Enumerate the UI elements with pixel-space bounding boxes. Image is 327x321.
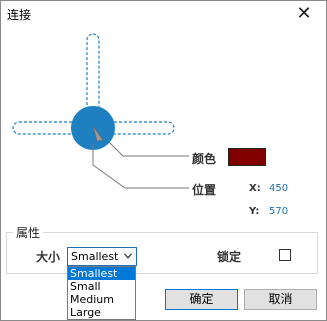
x-label: X: <box>249 183 261 194</box>
size-option-small[interactable]: Small <box>68 280 135 293</box>
size-option-smallest[interactable]: Smallest <box>68 267 135 280</box>
color-callout-line <box>108 141 189 157</box>
color-label: 颜色 <box>192 152 217 166</box>
size-option-large[interactable]: Large <box>68 306 135 319</box>
cancel-button[interactable]: 取消 <box>244 289 317 310</box>
ok-button[interactable]: 确定 <box>165 289 238 310</box>
lock-label: 锁定 <box>217 250 242 264</box>
size-dropdown-list: Smallest Small Medium Large <box>67 266 136 320</box>
chevron-down-icon[interactable] <box>124 253 132 259</box>
y-value: 570 <box>269 206 289 217</box>
size-select[interactable]: Smallest <box>67 247 137 266</box>
lock-checkbox[interactable] <box>279 249 291 261</box>
position-callout-line <box>92 143 189 189</box>
connection-diagram <box>12 33 189 189</box>
size-select-value: Smallest <box>71 250 119 263</box>
size-label: 大小 <box>36 250 61 264</box>
color-swatch[interactable] <box>228 148 266 166</box>
connection-dialog: 连接 ✕ 颜色 位置 X: 450 Y: 570 属性 大小 Smallest … <box>0 0 327 321</box>
properties-title: 属性 <box>13 224 44 241</box>
size-option-medium[interactable]: Medium <box>68 293 135 306</box>
position-label: 位置 <box>192 183 217 197</box>
x-value: 450 <box>269 183 289 194</box>
y-label: Y: <box>249 206 260 217</box>
